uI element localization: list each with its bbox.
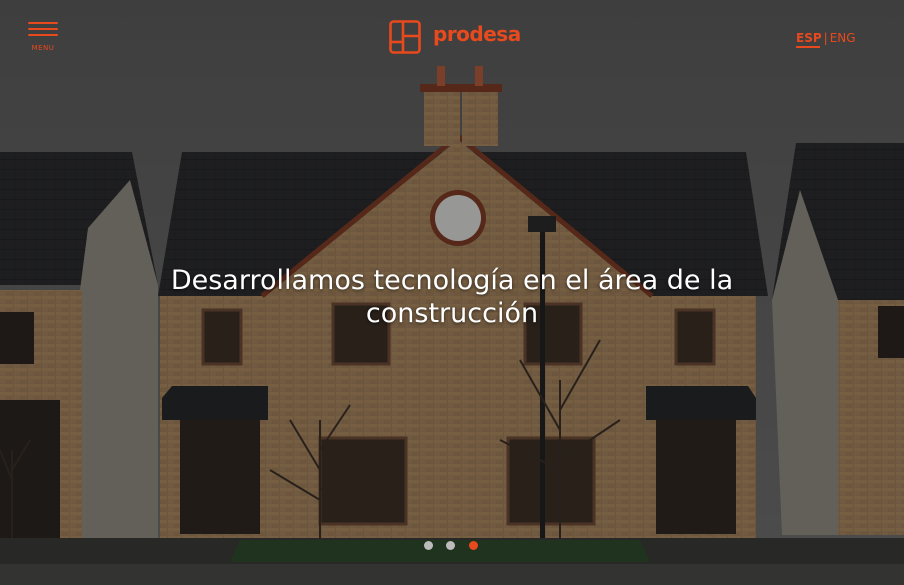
lang-separator: | bbox=[823, 31, 828, 45]
language-switcher: ESP | ENG bbox=[796, 31, 856, 45]
hamburger-line bbox=[28, 34, 58, 36]
hamburger-line bbox=[28, 28, 58, 30]
menu-button[interactable]: MENU bbox=[26, 20, 62, 54]
slider-dot-1[interactable] bbox=[424, 541, 433, 550]
hero-headline: Desarrollamos tecnología en el área de l… bbox=[170, 265, 734, 329]
logo-link[interactable]: prodesa bbox=[389, 18, 521, 58]
lang-esp-link[interactable]: ESP bbox=[796, 31, 822, 45]
logo-mark-icon bbox=[389, 20, 421, 54]
slider-dot-2[interactable] bbox=[446, 541, 455, 550]
lang-eng-link[interactable]: ENG bbox=[830, 31, 856, 45]
slider-dot-3-active[interactable] bbox=[469, 541, 478, 550]
hamburger-icon bbox=[28, 22, 58, 24]
menu-label: MENU bbox=[31, 44, 55, 52]
logo-text: prodesa bbox=[433, 22, 521, 46]
